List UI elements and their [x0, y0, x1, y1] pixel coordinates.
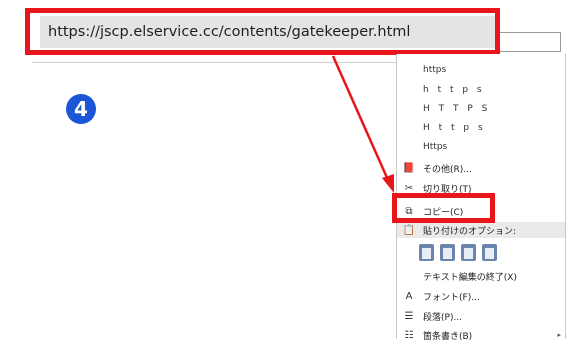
- pointer-arrow: [331, 55, 394, 193]
- arrow-head: [382, 174, 394, 193]
- arrow-shaft: [331, 55, 390, 181]
